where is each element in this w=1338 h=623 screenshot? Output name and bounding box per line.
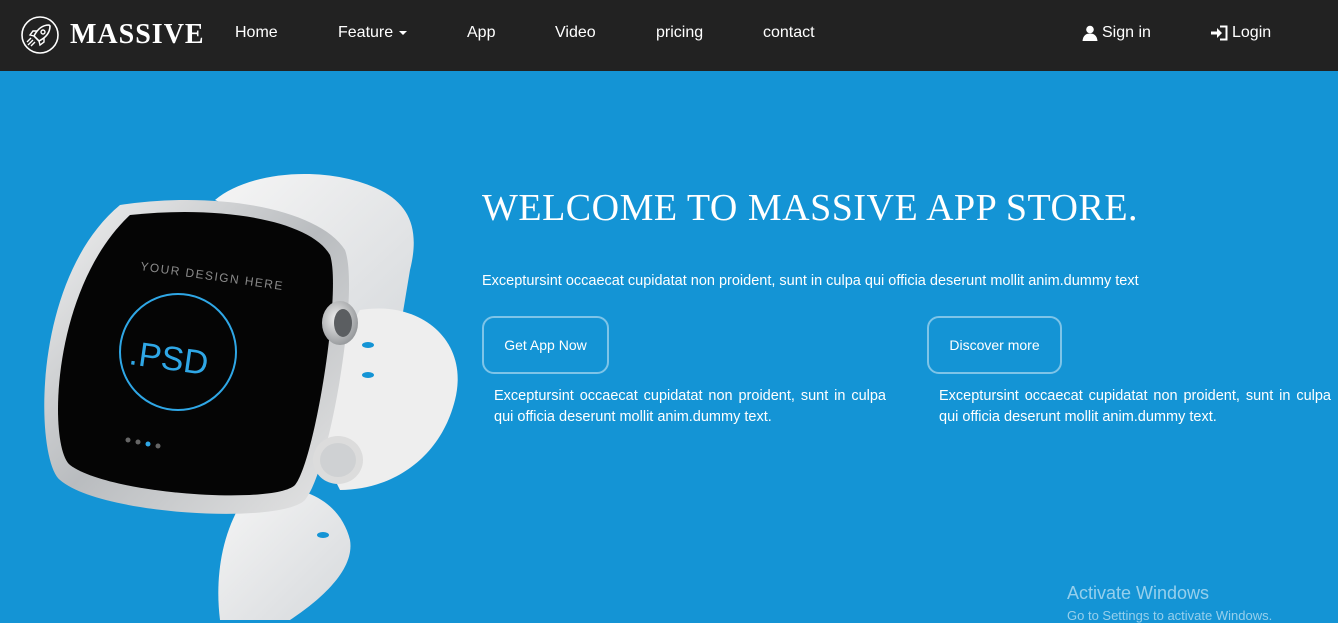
hero-title: WELCOME TO MASSIVE APP STORE. — [482, 187, 1139, 229]
nav-sign-in[interactable]: Sign in — [1082, 24, 1151, 42]
caret-down-icon — [399, 30, 408, 35]
nav-home[interactable]: Home — [235, 24, 278, 42]
discover-description: Exceptursint occaecat cupidatat non proi… — [939, 388, 1331, 425]
brand-logo-link[interactable]: MASSIVE — [20, 15, 205, 55]
nav-feature-label: Feature — [338, 24, 394, 41]
rocket-icon — [21, 16, 59, 54]
activate-windows-watermark-title: Activate Windows — [1067, 583, 1210, 603]
activate-windows-watermark-subtitle: Go to Settings to activate Windows. — [1067, 608, 1273, 623]
discover-more-button[interactable]: Discover more — [927, 316, 1062, 374]
hero-subtitle: Exceptursint occaecat cupidatat non proi… — [482, 273, 1139, 289]
nav-video[interactable]: Video — [555, 24, 596, 42]
get-app-description: Exceptursint occaecat cupidatat non proi… — [494, 388, 886, 425]
nav-app[interactable]: App — [467, 24, 495, 42]
nav-pricing[interactable]: pricing — [656, 24, 703, 42]
brand-name: MASSIVE — [70, 19, 205, 50]
top-navbar: MASSIVE Home Feature App Video pricing c… — [0, 0, 1338, 71]
nav-contact[interactable]: contact — [763, 24, 815, 42]
log-in-icon — [1211, 25, 1228, 41]
nav-feature-dropdown[interactable]: Feature — [338, 24, 408, 42]
nav-login-label: Login — [1232, 24, 1272, 41]
smartwatch-illustration: YOUR DESIGN HERE .PSD — [44, 173, 458, 620]
nav-login[interactable]: Login — [1211, 24, 1271, 42]
user-icon — [1082, 25, 1098, 41]
get-app-now-button[interactable]: Get App Now — [482, 316, 609, 374]
nav-sign-in-label: Sign in — [1102, 24, 1151, 41]
